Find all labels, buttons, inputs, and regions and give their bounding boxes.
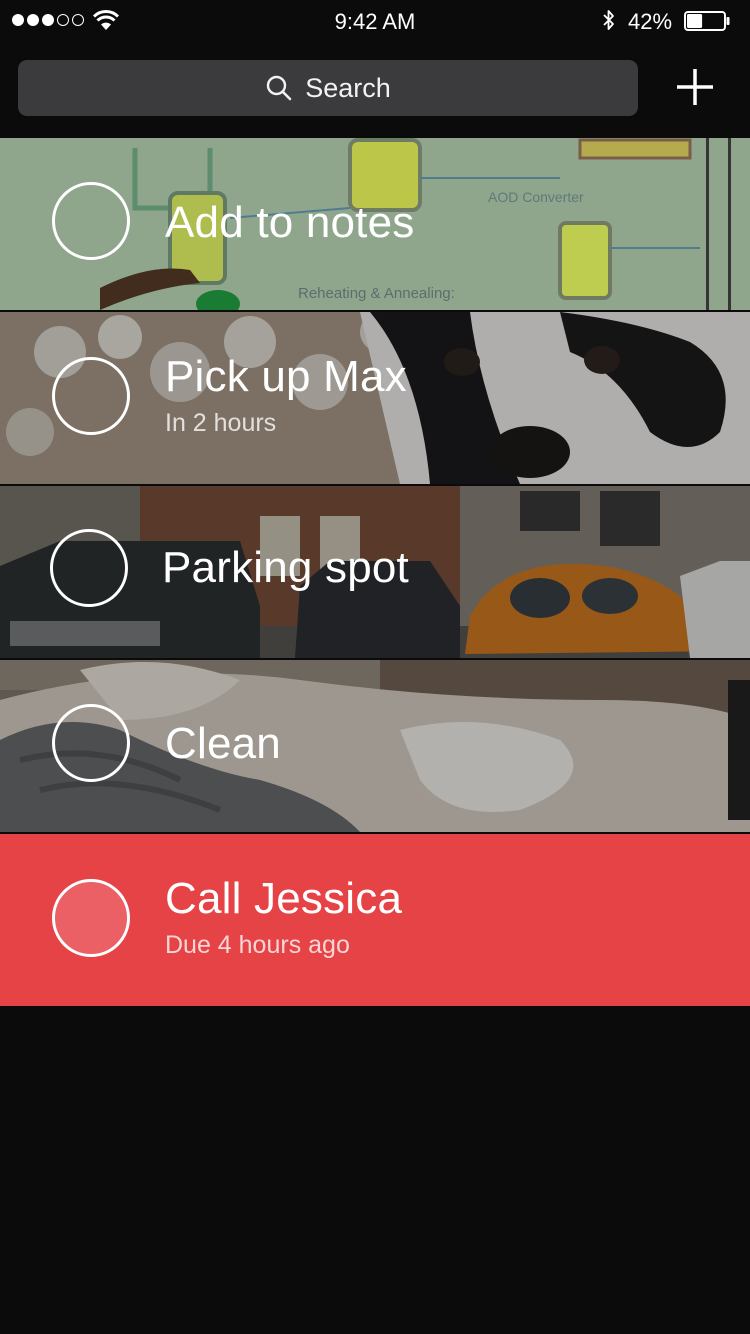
search-bar[interactable]: Search — [18, 60, 638, 116]
complete-checkbox[interactable] — [52, 357, 130, 435]
complete-checkbox[interactable] — [52, 879, 130, 957]
task-overdue-label: Due 4 hours ago — [165, 931, 350, 959]
task-title: Pick up Max — [165, 352, 407, 401]
battery-percentage: 42% — [628, 9, 673, 34]
reminders-screen: 9:42 AM 42% Search AOD Converter Reheati… — [0, 0, 750, 1334]
task-list: AOD Converter Reheating & Annealing: Add… — [0, 138, 750, 1008]
task-due-label: In 2 hours — [165, 409, 277, 437]
task-title: Call Jessica — [165, 874, 403, 923]
status-bar: 9:42 AM 42% — [0, 0, 750, 40]
task-row-clean[interactable]: Clean — [0, 660, 750, 832]
complete-checkbox[interactable] — [52, 182, 130, 260]
battery-icon — [684, 11, 730, 31]
task-title: Add to notes — [165, 198, 415, 247]
task-row-add-to-notes[interactable]: AOD Converter Reheating & Annealing: Add… — [0, 138, 750, 310]
bluetooth-icon — [603, 10, 614, 30]
task-title: Clean — [165, 719, 281, 768]
task-title: Parking spot — [162, 543, 409, 592]
search-placeholder: Search — [305, 72, 391, 103]
complete-checkbox[interactable] — [50, 529, 128, 607]
complete-checkbox[interactable] — [52, 704, 130, 782]
task-row-pick-up-max[interactable]: Pick up Max In 2 hours — [0, 312, 750, 484]
search-icon — [267, 75, 292, 101]
task-row-parking-spot[interactable]: Parking spot — [0, 486, 750, 658]
task-row-call-jessica[interactable]: Call Jessica Due 4 hours ago — [0, 834, 750, 1006]
add-task-button[interactable] — [674, 66, 716, 108]
